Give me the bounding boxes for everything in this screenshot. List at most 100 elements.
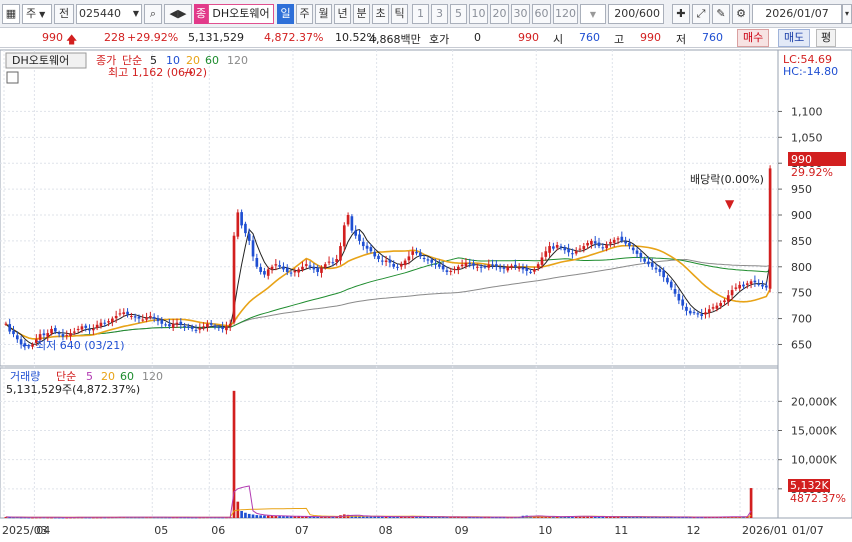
trade-amount: 4,868백만	[369, 33, 421, 46]
buy-button[interactable]: 매수	[737, 29, 770, 47]
candle-body	[388, 259, 392, 263]
candle-body	[688, 310, 692, 314]
chevron-down-icon: ▼	[132, 9, 139, 18]
candle-body	[53, 327, 57, 332]
interval-60-button[interactable]: 60	[532, 4, 551, 24]
draw-tool-icon[interactable]: ✎	[712, 4, 730, 24]
candle-body	[586, 242, 589, 246]
calendar-icon[interactable]: ▾	[842, 4, 852, 24]
price-tick-label: 750	[791, 287, 812, 300]
candle-body	[377, 255, 380, 260]
volume-bar	[259, 515, 262, 518]
candle-body	[88, 329, 91, 331]
candle-body	[145, 317, 148, 320]
grid-toggle-icon[interactable]	[6, 71, 19, 84]
candle-body	[263, 271, 266, 275]
candle-body	[354, 230, 358, 236]
code-input[interactable]: 025440 ▼	[76, 4, 142, 24]
period-type-button[interactable]: 전	[54, 4, 74, 24]
candle-body	[529, 271, 532, 273]
candle-body	[593, 241, 597, 244]
crosshair-icon[interactable]: ✚	[672, 4, 690, 24]
candle-body	[141, 319, 145, 321]
vol-legend-name: 거래량	[10, 370, 40, 383]
stock-badge: 종	[194, 4, 208, 24]
candle-body	[628, 242, 631, 247]
price-tick-label: 1,100	[791, 105, 823, 118]
candle-body	[540, 257, 544, 265]
interval-20-button[interactable]: 20	[490, 4, 509, 24]
volume-bar	[263, 515, 266, 518]
quote-value: 0	[474, 31, 481, 44]
candle-body	[190, 326, 194, 329]
interval-10-button[interactable]: 10	[469, 4, 488, 24]
count-input[interactable]: 200/600	[608, 4, 664, 24]
grid-icon[interactable]: ▦	[2, 4, 20, 24]
candle-body	[563, 247, 567, 251]
candle-body	[297, 269, 300, 273]
candle-body	[365, 245, 369, 249]
period-minute-button[interactable]: 분	[353, 4, 370, 24]
min-label: 최저 640 (03/21)	[36, 339, 125, 352]
candle-body	[726, 295, 730, 302]
candle-body	[289, 272, 293, 274]
candle-body	[624, 241, 627, 244]
candle-body	[152, 316, 156, 319]
candle-body	[730, 290, 734, 296]
max-arrow-icon: →	[184, 66, 193, 79]
sell-button[interactable]: 매도	[778, 29, 811, 47]
candle-body	[69, 333, 72, 337]
period-second-button[interactable]: 초	[372, 4, 389, 24]
balance-button[interactable]: 평	[816, 29, 837, 47]
candle-body	[707, 309, 711, 313]
vol-legend-type: 단순	[56, 370, 76, 383]
period-tick-button[interactable]: 틱	[391, 4, 408, 24]
candle-body	[555, 245, 559, 248]
interval-input[interactable]: ▼	[580, 4, 606, 24]
chevron-down-icon: ▼	[39, 10, 46, 19]
interval-1-button[interactable]: 1	[412, 4, 429, 24]
period-week-button[interactable]: 주	[296, 4, 313, 24]
candle-body	[92, 328, 95, 331]
candle-body	[232, 235, 236, 323]
low-price: 760	[702, 31, 723, 44]
candle-body	[742, 284, 745, 287]
chart-tool-icon[interactable]: ⤢	[692, 4, 710, 24]
candle-body	[449, 270, 453, 272]
prev-stock-icon[interactable]: ◀▶	[164, 4, 192, 24]
candle-body	[342, 225, 346, 247]
candle-body	[266, 269, 270, 276]
candle-body	[122, 312, 126, 315]
interval-5-button[interactable]: 5	[450, 4, 467, 24]
vol-value-label: 5,131,529주(4,872.37%)	[6, 383, 140, 396]
interval-30-button[interactable]: 30	[511, 4, 530, 24]
open-price: 760	[579, 31, 600, 44]
gear-icon[interactable]: ⚙	[732, 4, 750, 24]
candle-body	[225, 326, 228, 331]
candle-body	[236, 212, 240, 237]
candle-body	[228, 323, 232, 327]
interval-3-button[interactable]: 3	[431, 4, 448, 24]
market-select[interactable]: 주 ▼	[22, 4, 52, 24]
stock-chart[interactable]: 1,1001,0501,000950900850800750700650 20,…	[0, 48, 852, 542]
candle-body	[99, 322, 103, 327]
candle-body	[723, 300, 726, 303]
search-icon[interactable]: ⌕	[144, 4, 162, 24]
candle-body	[80, 326, 84, 330]
vol-legend-ma-120: 120	[142, 370, 163, 383]
candle-body	[175, 322, 179, 325]
candle-body	[647, 261, 650, 265]
interval-120-button[interactable]: 120	[553, 4, 578, 24]
candle-body	[31, 344, 34, 347]
candle-body	[502, 267, 506, 269]
quote-price: 990	[518, 31, 539, 44]
candle-body	[426, 259, 430, 261]
period-month-button[interactable]: 월	[315, 4, 332, 24]
candle-body	[171, 323, 175, 328]
period-day-button[interactable]: 일	[277, 4, 294, 24]
vol-legend-ma-20: 20	[101, 370, 115, 383]
date-input[interactable]: 2026/01/07	[752, 4, 842, 24]
period-year-button[interactable]: 년	[334, 4, 351, 24]
high-price: 990	[640, 31, 661, 44]
candle-body	[685, 306, 688, 311]
